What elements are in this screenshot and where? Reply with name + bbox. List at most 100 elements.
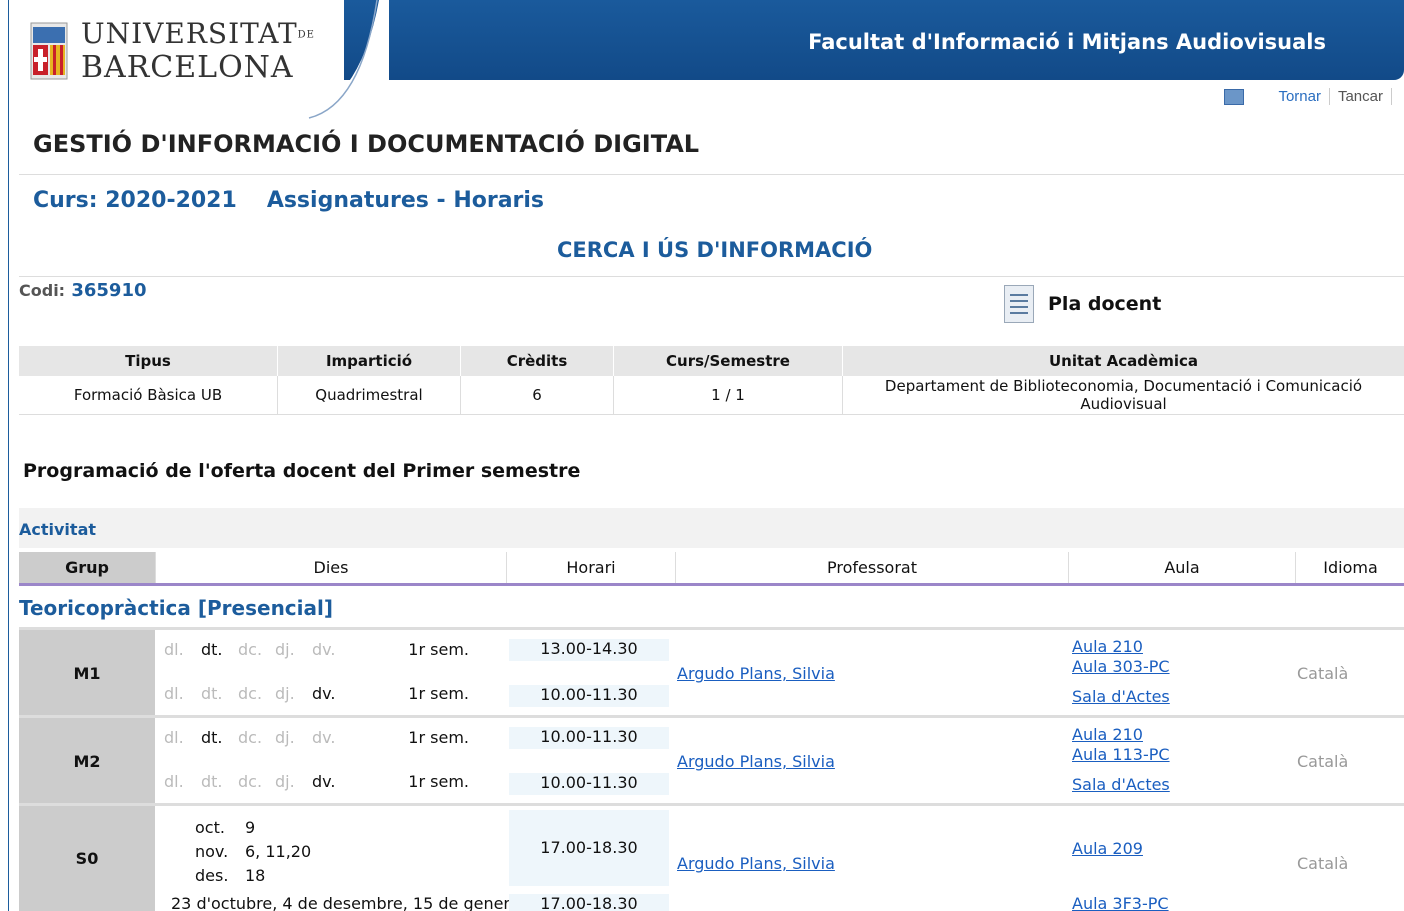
subject-info-table: Tipus Impartició Crèdits Curs/Semestre U… xyxy=(19,346,1404,415)
dates: 6, 11,20 xyxy=(245,842,312,861)
university-logo[interactable]: UNIVERSITATDE BARCELONA xyxy=(29,18,315,84)
day-fri: dv. xyxy=(312,771,336,791)
logo-line2: BARCELONA xyxy=(81,49,294,85)
time-slot: 10.00-11.30 xyxy=(509,773,669,795)
language: Català xyxy=(1297,664,1349,683)
day-fri: dv. xyxy=(312,639,336,659)
page-title: GESTIÓ D'INFORMACIÓ I DOCUMENTACIÓ DIGIT… xyxy=(33,130,700,158)
info-cell: Formació Bàsica UB xyxy=(19,376,278,415)
day-mon: dl. xyxy=(164,639,184,659)
document-icon xyxy=(1004,285,1034,323)
extra-dates: 23 d'octubre, 4 de desembre, 15 de gener… xyxy=(171,894,514,911)
day-tue: dt. xyxy=(201,639,223,659)
info-cell: Quadrimestral xyxy=(277,376,461,415)
divider xyxy=(19,174,1404,175)
day-thu: dj. xyxy=(275,683,295,703)
col-room: Aula xyxy=(1069,552,1296,583)
course-line: Curs: 2020-2021 Assignatures - Horaris xyxy=(33,188,574,213)
day-tue: dt. xyxy=(201,727,223,747)
activity-category: Teoricopràctica [Presencial] xyxy=(19,596,334,620)
room-link[interactable]: Aula 113-PC xyxy=(1072,745,1170,765)
code-value: 365910 xyxy=(71,280,147,301)
day-fri: dv. xyxy=(312,727,336,747)
time-slot: 10.00-11.30 xyxy=(509,685,669,707)
course-year: Curs: 2020-2021 xyxy=(33,188,237,213)
month: oct. xyxy=(195,818,225,837)
schedule-row: dl. dt. dc. dj. dv. 1r sem. xyxy=(164,630,479,668)
time-slot: 17.00-18.30 xyxy=(509,894,669,911)
teacher-link[interactable]: Argudo Plans, Silvia xyxy=(677,752,835,771)
schedule-heading: Programació de l'oferta docent del Prime… xyxy=(23,460,581,482)
room-link[interactable]: Sala d'Actes xyxy=(1072,687,1170,707)
info-cell: 1 / 1 xyxy=(613,376,843,415)
activity-label: Activitat xyxy=(19,520,97,539)
time-slot: 13.00-14.30 xyxy=(509,639,669,661)
group-name: M2 xyxy=(19,718,155,804)
day-mon: dl. xyxy=(164,683,184,703)
session-dates: oct. 9 nov. 6, 11,20 des. 18 xyxy=(195,816,311,888)
room-link[interactable]: Aula 303-PC xyxy=(1072,657,1170,677)
shield-icon xyxy=(29,21,69,81)
header: UNIVERSITATDE BARCELONA Facultat d'Infor… xyxy=(9,0,1404,120)
col-time: Horari xyxy=(507,552,676,583)
subject-code: Codi: 365910 xyxy=(19,280,147,301)
language: Català xyxy=(1297,854,1349,873)
divider xyxy=(19,276,1404,277)
schedule-column-headers: Grup Dies Horari Professorat Aula Idioma xyxy=(19,552,1404,586)
room-link[interactable]: Sala d'Actes xyxy=(1072,775,1170,795)
day-wed: dc. xyxy=(238,683,263,703)
page-frame: UNIVERSITATDE BARCELONA Facultat d'Infor… xyxy=(8,0,1404,911)
time-slot: 10.00-11.30 xyxy=(509,727,669,749)
subject-title: CERCA I ÚS D'INFORMACIÓ xyxy=(557,238,873,262)
month: des. xyxy=(195,866,229,885)
semester: 1r sem. xyxy=(408,771,469,791)
info-cell: Departament de Biblioteconomia, Document… xyxy=(842,376,1404,415)
teacher-link[interactable]: Argudo Plans, Silvia xyxy=(677,664,835,683)
group-s0: S0 oct. 9 nov. 6, 11,20 des. 18 17.00-18.30… xyxy=(19,806,1404,911)
room-link[interactable]: Aula 210 xyxy=(1072,725,1143,745)
info-header: Curs/Semestre xyxy=(613,346,843,376)
day-thu: dj. xyxy=(275,639,295,659)
group-name: M1 xyxy=(19,630,155,716)
info-header: Tipus xyxy=(19,346,278,376)
dates: 9 xyxy=(245,818,256,837)
section-title: Assignatures - Horaris xyxy=(266,188,545,213)
dates: 18 xyxy=(245,866,266,885)
room-link[interactable]: Aula 209 xyxy=(1072,839,1143,859)
teacher-link[interactable]: Argudo Plans, Silvia xyxy=(677,854,835,873)
col-language: Idioma xyxy=(1323,558,1378,577)
month: nov. xyxy=(195,842,229,861)
window-icon[interactable] xyxy=(1224,88,1245,105)
col-teacher: Professorat xyxy=(676,552,1069,583)
pla-docent-link[interactable]: Pla docent xyxy=(1004,285,1161,323)
group-name: S0 xyxy=(19,806,155,911)
day-thu: dj. xyxy=(275,727,295,747)
room-link[interactable]: Aula 210 xyxy=(1072,637,1143,657)
close-link[interactable]: Tancar xyxy=(1330,88,1392,105)
room-link[interactable]: Aula 3F3-PC xyxy=(1072,894,1169,911)
schedule-row: dl. dt. dc. dj. dv. 1r sem. xyxy=(164,762,479,800)
back-link[interactable]: Tornar xyxy=(1270,88,1330,105)
day-thu: dj. xyxy=(275,771,295,791)
day-tue: dt. xyxy=(201,683,223,703)
logo-line1: UNIVERSITAT xyxy=(81,17,298,50)
day-wed: dc. xyxy=(238,639,263,659)
code-label: Codi: xyxy=(19,281,66,300)
language: Català xyxy=(1297,752,1349,771)
info-header: Crèdits xyxy=(460,346,614,376)
time-slot: 17.00-18.30 xyxy=(509,810,669,886)
info-cell: 6 xyxy=(460,376,614,415)
semester: 1r sem. xyxy=(408,727,469,747)
day-tue: dt. xyxy=(201,771,223,791)
col-group: Grup xyxy=(19,552,156,583)
semester: 1r sem. xyxy=(408,683,469,703)
logo-de: DE xyxy=(297,29,315,41)
semester: 1r sem. xyxy=(408,639,469,659)
day-fri: dv. xyxy=(312,683,336,703)
group-m1: M1 dl. dt. dc. dj. dv. 1r sem. 13.00-14.30 d… xyxy=(19,630,1404,716)
day-wed: dc. xyxy=(238,727,263,747)
activity-bar: Activitat xyxy=(19,508,1404,548)
schedule-row: dl. dt. dc. dj. dv. 1r sem. xyxy=(164,674,479,712)
day-mon: dl. xyxy=(164,771,184,791)
info-header: Impartició xyxy=(277,346,461,376)
